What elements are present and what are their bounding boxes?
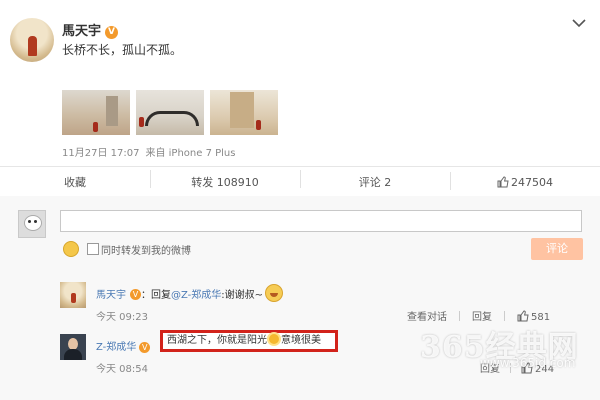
laugh-emoji-icon	[265, 284, 284, 302]
author-name[interactable]: 馬天宇	[62, 24, 101, 39]
commenter-name-row: Z-郑成华 V	[96, 338, 151, 353]
red-figure	[139, 117, 144, 127]
post-photo-2[interactable]	[136, 90, 204, 135]
repost-button[interactable]: 转发 108910	[150, 170, 300, 190]
comment-input[interactable]	[60, 210, 582, 232]
post-time[interactable]: 11月27日 17:07	[62, 148, 139, 159]
verified-icon: V	[130, 289, 141, 300]
commenter-avatar[interactable]	[60, 334, 86, 360]
comment-button[interactable]: 评论 2	[300, 170, 450, 190]
pagoda-shape	[106, 96, 118, 126]
submit-comment-button[interactable]: 评论	[531, 238, 583, 260]
post-meta: 11月27日 17:07 来自 iPhone 7 Plus	[62, 144, 235, 159]
commenter-name[interactable]: Z-郑成华	[96, 342, 136, 353]
thumbs-up-icon	[497, 175, 509, 187]
comment-time: 今天 09:23	[96, 312, 148, 323]
sun-emoji-icon	[269, 334, 279, 344]
comment-body: 西湖之下，你就是阳光	[167, 335, 267, 346]
emoji-icon[interactable]	[63, 241, 79, 257]
comment-label: 评论 2	[358, 176, 392, 189]
highlighted-comment-text: 西湖之下，你就是阳光 意境很美	[160, 330, 338, 352]
bridge-shape	[145, 111, 199, 126]
reply-prefix: ：回复	[141, 290, 171, 301]
avatar-body	[64, 349, 82, 360]
collect-button[interactable]: 收藏	[0, 174, 150, 190]
watermark-url: www.365jd.com	[480, 356, 576, 370]
weibo-post: 馬天宇 V 长桥不长，孤山不孤。 11月27日 17:07 来自 iPhone 7 …	[0, 0, 600, 198]
commenter-name[interactable]: 馬天宇	[96, 290, 126, 301]
action-divider	[459, 311, 460, 321]
action-bar: 收藏 转发 108910 评论 2 247504	[0, 166, 600, 198]
post-photo-3[interactable]	[210, 90, 278, 135]
comment-time: 今天 08:54	[96, 364, 148, 375]
action-divider	[504, 311, 505, 321]
commenter-avatar[interactable]	[60, 282, 86, 308]
forward-checkbox[interactable]	[87, 243, 99, 255]
like-count: 247504	[511, 175, 553, 189]
avatar-eye	[28, 220, 31, 223]
post-source: 来自 iPhone 7 Plus	[145, 148, 236, 159]
post-photo-1[interactable]	[62, 90, 130, 135]
verified-icon: V	[105, 26, 119, 39]
repost-label: 转发 108910	[191, 176, 259, 189]
avatar-figure	[28, 36, 37, 56]
post-text: 长桥不长，孤山不孤。	[62, 43, 183, 57]
comment-body-tail: 意境很美	[281, 335, 321, 346]
mention-link[interactable]: @Z-郑成华	[171, 290, 221, 301]
forward-checkbox-label: 同时转发到我的微博	[101, 246, 191, 257]
collect-label: 收藏	[64, 176, 86, 189]
thumbs-up-icon	[517, 310, 529, 322]
avatar-figure	[71, 293, 76, 303]
comment-item: 馬天宇 V ：回复@Z-郑成华:谢谢叔~ 今天 09:23 查看对话 回复 581	[60, 282, 580, 326]
verified-icon: V	[139, 342, 151, 353]
author-name-row: 馬天宇 V	[62, 20, 119, 39]
avatar-face	[24, 215, 42, 231]
comment-actions: 查看对话 回复 581	[407, 308, 550, 323]
author-avatar[interactable]	[10, 18, 54, 62]
avatar-eye	[34, 220, 37, 223]
pagoda-shape	[230, 92, 254, 128]
chevron-down-icon[interactable]	[571, 18, 587, 28]
current-user-avatar[interactable]	[18, 210, 46, 238]
red-figure	[93, 122, 98, 132]
comment-text: 馬天宇 V ：回复@Z-郑成华:谢谢叔~	[96, 284, 284, 302]
red-figure	[256, 120, 261, 130]
like-button[interactable]: 247504	[450, 171, 600, 190]
comment-body: :谢谢叔~	[221, 290, 264, 301]
